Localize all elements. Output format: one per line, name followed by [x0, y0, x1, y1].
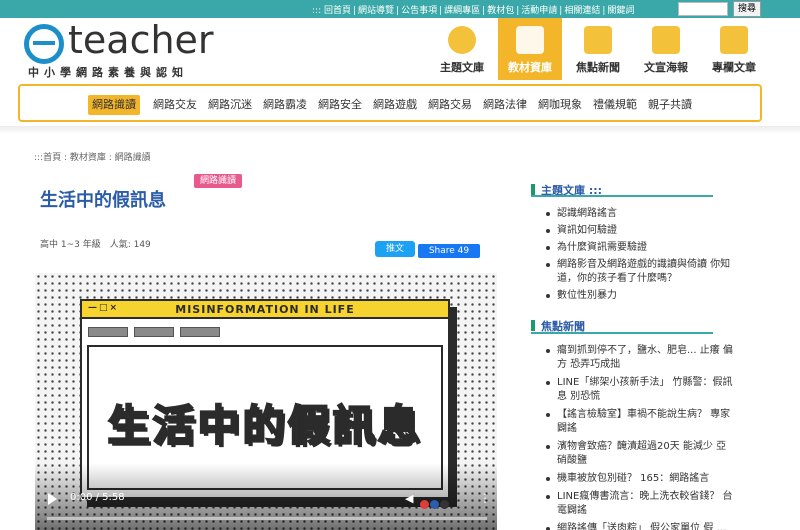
list-item[interactable]: 【謠言檢驗室】車禍不能說生病？ 專家闢謠 [533, 408, 733, 436]
video-player[interactable]: —□× MISINFORMATION IN LIFE 生活中的假訊息 0:00 … [35, 273, 497, 530]
list-item[interactable]: 為什麼資訊需要驗證 [533, 241, 733, 255]
subnav-media-literacy[interactable]: 網路識讀 [88, 95, 140, 115]
nav-label: 專欄文章 [712, 61, 756, 74]
page-title: 生活中的假訊息 [40, 190, 166, 211]
window-tab [88, 327, 128, 337]
subnav-parent-child[interactable]: 親子共讀 [648, 95, 692, 115]
list-item[interactable]: LINE「綁架小孩新手法」 竹縣警：假訊息 別恐慌 [533, 376, 733, 404]
list-item[interactable]: 濱物會致癌？醃漬超過20天 能減少 亞硝酸鹽 [533, 440, 733, 468]
heading-bar-icon [531, 184, 535, 195]
heading-bar-icon [531, 320, 535, 331]
video-progress-bar[interactable] [47, 517, 487, 520]
more-options-icon[interactable]: ⋮ [479, 492, 491, 504]
list-item[interactable]: 癟到抓到停不了，鹽水、肥皂... 止癢 偏方 恐弄巧成拙 [533, 344, 733, 372]
nav-label: 文宣海報 [644, 61, 688, 74]
subnav-netcafe[interactable]: 網咖現象 [538, 95, 582, 115]
list-item[interactable]: 數位性別暴力 [533, 289, 733, 303]
logo-brand: teacher [68, 18, 214, 62]
top-link-home[interactable]: ::: 回首頁 [312, 6, 351, 16]
nav-topic-library[interactable]: 主題文庫 [430, 18, 494, 80]
nav-columns[interactable]: 專欄文章 [702, 18, 766, 80]
nav-news[interactable]: 焦點新聞 [566, 18, 630, 80]
window-tab [134, 327, 174, 337]
nav-posters[interactable]: 文宣海報 [634, 18, 698, 80]
nav-label: 焦點新聞 [576, 61, 620, 74]
sidebar-topic-heading: 主題文庫 ::: [531, 182, 602, 200]
breadcrumb: :::首頁 : 教材資庫 : 網路識讀 [34, 153, 151, 163]
subnav-etiquette[interactable]: 禮儀規範 [593, 95, 637, 115]
color-dots-icon [420, 494, 450, 513]
pencil-note-icon [720, 26, 748, 54]
volume-icon[interactable]: ◀ [405, 493, 417, 505]
subnav-law[interactable]: 網路法律 [483, 95, 527, 115]
top-link-kits[interactable]: 教材包 [487, 6, 514, 16]
search-input[interactable] [678, 2, 728, 16]
subnav-trading[interactable]: 網路交易 [428, 95, 472, 115]
sidebar-news-list: 癟到抓到停不了，鹽水、肥皂... 止癢 偏方 恐弄巧成拙 LINE「綁架小孩新手… [533, 344, 733, 530]
header-shadow [0, 126, 800, 134]
sidebar-divider [531, 195, 713, 197]
top-link-related[interactable]: 相關連結 [564, 6, 600, 16]
window-title: MISINFORMATION IN LIFE [175, 303, 355, 316]
list-item[interactable]: 網路謠傳「送肉粽」 假公家單位 假 … [533, 522, 733, 530]
library-icon [448, 26, 476, 54]
tweet-button[interactable]: 推文 [375, 241, 415, 257]
category-tag[interactable]: 網路識讀 [194, 174, 243, 188]
facebook-share-button[interactable]: Share 49 [418, 244, 480, 258]
top-link-events[interactable]: 活動申請 [521, 6, 557, 16]
top-link-announcements[interactable]: 公告事項 [401, 6, 437, 16]
video-time: 0:00 / 5:58 [70, 492, 125, 503]
site-logo[interactable]: teacher 中小學網路素養與認知 [24, 18, 224, 82]
top-utility-bar: ::: 回首頁 | 網站導覽 | 公告事項 | 課綱專區 | 教材包 | 活動申請 | 相關連結 | 關鍵詞… [0, 0, 800, 18]
top-links: ::: 回首頁 | 網站導覽 | 公告事項 | 課綱專區 | 教材包 | 活動申請 | 相關連結 | 關鍵詞 [312, 6, 635, 16]
video-headline: 生活中的假訊息 [106, 400, 423, 451]
subnav-games[interactable]: 網路遊戲 [373, 95, 417, 115]
top-link-sitemap[interactable]: 網站導覽 [358, 6, 394, 16]
subnav-security[interactable]: 網路安全 [318, 95, 362, 115]
megaphone-icon [652, 26, 680, 54]
sidebar-divider [531, 332, 713, 334]
article-meta: 高中 1~3 年級 人氣: 149 [40, 240, 151, 250]
top-link-curriculum[interactable]: 課綱專區 [444, 6, 480, 16]
nav-label: 教材資庫 [508, 61, 552, 74]
list-item[interactable]: 網路影音及網路遊戲的識讀與倚讀 你知道，你的孩子看了什麼嗎？ [533, 258, 733, 286]
list-item[interactable]: LINE瘋傳書流言：晚上洗衣較省錢？ 台電闢謠 [533, 490, 733, 518]
logo-subtitle: 中小學網路素養與認知 [28, 66, 188, 79]
search-button[interactable]: 搜尋 [733, 1, 761, 17]
window-titlebar: —□× MISINFORMATION IN LIFE [82, 301, 448, 319]
list-item[interactable]: 認識網路謠言 [533, 207, 733, 221]
list-item[interactable]: 機車被放包別碰？ 165：網路謠言 [533, 472, 733, 486]
subnav-addiction[interactable]: 網路沉迷 [208, 95, 252, 115]
play-icon[interactable] [48, 493, 57, 505]
sub-nav: 網路識讀 網路交友 網路沉迷 網路霸凌 網路安全 網路遊戲 網路交易 網路法律 … [18, 84, 762, 122]
nav-label: 主題文庫 [440, 61, 484, 74]
subnav-online-dating[interactable]: 網路交友 [153, 95, 197, 115]
window-tab [180, 327, 220, 337]
video-play-icon [516, 26, 544, 54]
top-link-keywords[interactable]: 關鍵詞 [607, 6, 634, 16]
newspaper-icon [584, 26, 612, 54]
list-item[interactable]: 資訊如何驗證 [533, 224, 733, 238]
nav-materials[interactable]: 教材資庫 [498, 18, 562, 80]
subnav-bullying[interactable]: 網路霸凌 [263, 95, 307, 115]
sidebar-topic-list: 認識網路謠言 資訊如何驗證 為什麼資訊需要驗證 網路影音及網路遊戲的識讀與倚讀 … [533, 207, 733, 306]
logo-e-icon [24, 24, 64, 64]
